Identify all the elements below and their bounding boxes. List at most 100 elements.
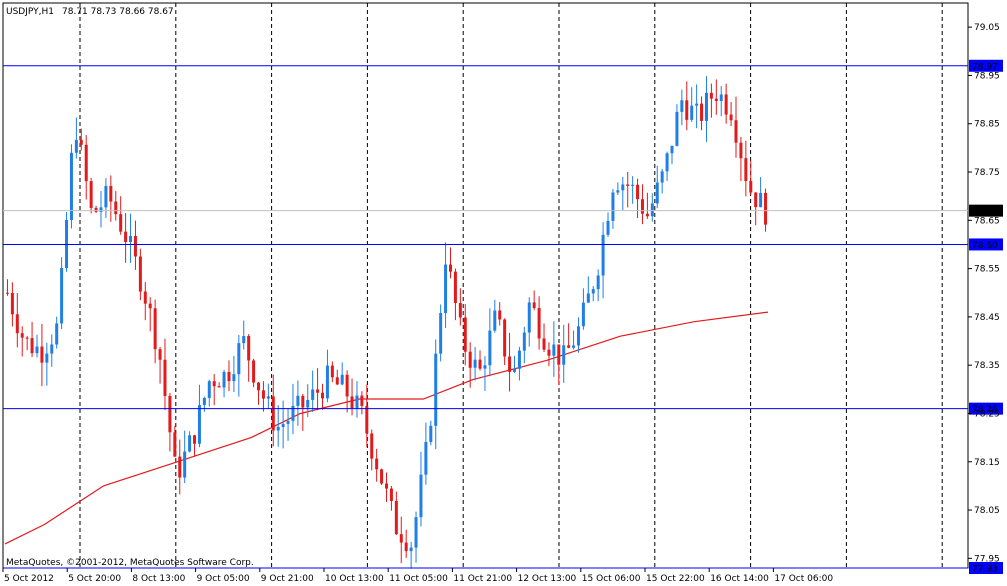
candle-body [119, 214, 123, 232]
candle-body [517, 350, 521, 369]
candle-body [434, 353, 438, 426]
candle-body [606, 220, 610, 235]
candle-body [508, 356, 512, 372]
candle-body [645, 213, 649, 217]
candle-body [621, 184, 625, 191]
y-tick-label: 78.75 [974, 168, 1000, 178]
candle-body [247, 336, 251, 361]
candle-body [350, 396, 354, 409]
candle-body [385, 483, 388, 489]
candle-body [25, 337, 29, 339]
x-tick-label: 15 Oct 06:00 [582, 574, 641, 584]
candle-body [522, 332, 526, 351]
candle-body [257, 382, 261, 391]
candle-body [754, 192, 758, 208]
candle-body [591, 289, 595, 294]
candle-body [45, 353, 49, 363]
candle-body [104, 185, 108, 208]
candle-body [335, 377, 339, 385]
y-axis: 79.05 78.95 78.85 78.75 78.65 78.55 78.45 78.35… [968, 23, 1000, 564]
candle-body [498, 310, 502, 320]
candle-body [409, 547, 413, 552]
x-tick-label: 11 Oct 21:00 [453, 574, 512, 584]
ohlc-values: 78.71 78.73 78.66 78.67 [62, 7, 174, 17]
candle-body [271, 396, 275, 431]
candle-body [261, 390, 265, 399]
candle-body [611, 192, 615, 221]
candle-body [89, 181, 93, 208]
x-tick-label: 17 Oct 06:00 [774, 574, 833, 584]
candle-body [749, 180, 753, 193]
candle-body [321, 392, 325, 399]
candle-body [10, 293, 14, 315]
candle-body [729, 114, 733, 121]
candle-body [222, 371, 226, 388]
copyright-text: MetaQuotes, ©2001-2012, MetaQuotes Softw… [6, 558, 254, 568]
candle-body [15, 314, 19, 334]
price-chart[interactable]: 78.9778.6778.6078.2677.93 79.0578.9578.8… [0, 0, 1007, 586]
candle-body [217, 386, 221, 388]
candle-body [675, 111, 679, 146]
candle-body [562, 345, 566, 365]
y-tick-label: 78.15 [974, 458, 1000, 468]
candle-body [286, 420, 290, 424]
candle-body [148, 303, 152, 309]
candle-body [458, 302, 462, 318]
candle-body [188, 435, 192, 452]
x-tick-label: 8 Oct 13:00 [132, 574, 185, 584]
candle-body [636, 184, 640, 200]
x-tick-label: 11 Oct 05:00 [389, 574, 448, 584]
x-tick-label: 9 Oct 05:00 [197, 574, 250, 584]
candle-body [276, 426, 280, 431]
candle-body [670, 145, 674, 154]
candle-body [503, 319, 507, 357]
candle-body [719, 94, 723, 101]
x-tick-label: 12 Oct 13:00 [518, 574, 577, 584]
candle-body [227, 371, 231, 382]
y-tick-label: 78.55 [974, 265, 1000, 275]
candle-body [340, 374, 344, 385]
candle-body [173, 432, 177, 457]
candle-body [478, 359, 482, 369]
candle-body [764, 192, 768, 225]
candle-body [375, 458, 379, 470]
candle-body [143, 291, 147, 304]
candle-body [709, 92, 713, 99]
candle-body [124, 231, 128, 243]
candle-body [680, 100, 684, 112]
candle-body [129, 235, 133, 243]
candle-body [567, 345, 571, 348]
candle-body [734, 120, 738, 143]
candle-body [488, 330, 492, 366]
candle-body [399, 534, 403, 543]
candle-body [202, 397, 206, 406]
price-label: 78.60 [972, 241, 998, 251]
y-tick-label: 79.05 [974, 23, 1000, 33]
candle-body [94, 207, 98, 212]
candle-body [306, 399, 310, 408]
candle-body [448, 264, 452, 272]
candle-body [695, 103, 699, 106]
x-tick-label: 16 Oct 14:00 [710, 574, 769, 584]
candle-body [685, 100, 689, 120]
x-tick-label: 10 Oct 13:00 [325, 574, 384, 584]
candle-body [704, 92, 708, 121]
candle-body [365, 405, 369, 434]
candle-body [5, 292, 9, 294]
candle-body [616, 190, 620, 193]
candle-body [55, 323, 59, 345]
candle-body [212, 381, 216, 387]
candle-body [35, 346, 39, 354]
candle-body [79, 139, 83, 145]
x-tick-label: 5 Oct 2012 [4, 574, 54, 584]
candle-body [596, 275, 600, 290]
candle-body [739, 142, 743, 159]
candle-body [311, 389, 315, 400]
candle-body [537, 308, 541, 339]
candle-body [532, 302, 536, 309]
candle-body [296, 395, 300, 406]
candle-body [552, 344, 556, 356]
candle-body [252, 360, 256, 383]
candle-body [660, 171, 664, 183]
candle-body [301, 395, 305, 408]
